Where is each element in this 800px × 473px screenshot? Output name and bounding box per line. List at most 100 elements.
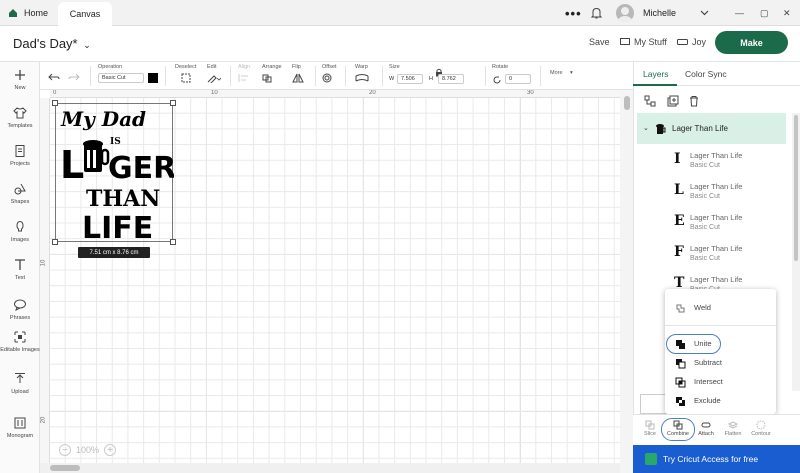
svg-text:GER: GER — [108, 151, 174, 186]
slice-label: Slice — [644, 431, 656, 437]
tab-canvas[interactable]: Canvas — [58, 2, 112, 26]
sidebar-item-text[interactable]: Text — [0, 258, 40, 281]
sidebar-item-templates[interactable]: Templates — [0, 106, 40, 129]
resize-handle[interactable] — [170, 239, 176, 245]
horizontal-scrollbar[interactable] — [40, 463, 620, 473]
editable-images-icon — [14, 331, 26, 343]
width-input[interactable]: 7.506 — [397, 74, 423, 84]
resize-handle[interactable] — [52, 100, 58, 106]
operation-select[interactable]: Basic Cut — [98, 73, 144, 83]
layer-thumbnail: I — [674, 151, 681, 167]
text-icon — [15, 259, 25, 270]
highlight-ring — [666, 334, 721, 354]
minimize-icon[interactable]: — — [735, 0, 744, 26]
panel-input[interactable] — [640, 394, 668, 414]
menu-item-exclude[interactable]: Exclude — [665, 392, 776, 411]
height-label: H — [429, 76, 433, 82]
sidebar-item-new[interactable]: New — [0, 68, 40, 91]
delete-icon[interactable] — [688, 94, 700, 107]
menu-item-label: Weld — [694, 303, 711, 312]
cricut-access-banner[interactable]: Try Cricut Access for free — [633, 445, 800, 473]
ruler-tick-label: 20 — [369, 90, 376, 96]
zoom-out-icon[interactable]: − — [59, 444, 71, 456]
sidebar-item-shapes[interactable]: Shapes — [0, 182, 40, 205]
monogram-icon — [14, 417, 26, 429]
contour-label: Contour — [751, 431, 771, 437]
resize-handle[interactable] — [52, 239, 58, 245]
plus-icon — [15, 70, 25, 80]
horizontal-scroll-thumb[interactable] — [50, 465, 80, 471]
offset-icon — [322, 73, 332, 83]
ruler-tick-label: 10 — [211, 90, 218, 96]
rotate-label: Rotate — [492, 64, 509, 70]
shirt-icon — [13, 107, 27, 119]
design-selection[interactable]: My Dad IS L GER THAN LIFE — [55, 103, 174, 243]
top-bar: Home Canvas ••• Michelle — ▢ ✕ — [0, 0, 800, 26]
zoom-in-icon[interactable]: + — [104, 444, 117, 456]
layer-thumbnail: E — [674, 213, 685, 229]
layer-operation: Basic Cut — [690, 224, 720, 231]
vertical-scroll-thumb[interactable] — [624, 96, 630, 110]
resize-handle[interactable] — [170, 100, 176, 106]
duplicate-icon[interactable] — [667, 94, 679, 107]
rotate-input[interactable]: 0 — [505, 74, 531, 84]
ruler-tick-label: 0 — [53, 90, 57, 96]
more-options-icon[interactable]: ••• — [565, 0, 582, 26]
avatar[interactable] — [616, 4, 634, 22]
chevron-down-icon[interactable] — [700, 0, 709, 26]
sidebar-item-phrases[interactable]: Phrases — [0, 298, 40, 321]
sidebar-item-projects[interactable]: Projects — [0, 144, 40, 167]
height-input[interactable]: 8.762 — [438, 74, 464, 84]
chevron-down-icon[interactable]: ⌄ — [643, 124, 649, 132]
machine-label: Joy — [692, 37, 707, 47]
layer-name: Lager Than Life — [690, 213, 743, 222]
divider — [485, 66, 486, 86]
project-title[interactable]: Dad's Day* ⌄ — [13, 36, 91, 51]
divider — [90, 66, 91, 86]
highlight-ring — [661, 418, 695, 441]
svg-text:My Dad: My Dad — [60, 107, 146, 131]
sidebar-item-editable-images[interactable]: Editable Images — [0, 330, 40, 353]
sidebar-item-upload[interactable]: Upload — [0, 372, 40, 395]
left-sidebar: New Templates Projects Shapes Images Text Phra… — [0, 62, 40, 473]
sidebar-item-label: Projects — [10, 161, 30, 167]
panel-scroll-thumb[interactable] — [794, 115, 798, 261]
bell-icon[interactable] — [591, 0, 602, 26]
tab-home-label: Home — [24, 8, 49, 18]
make-button[interactable]: Make — [715, 31, 788, 54]
size-label: Size — [389, 64, 400, 70]
tab-layers[interactable]: Layers — [643, 69, 669, 79]
tab-home[interactable]: Home — [8, 0, 48, 26]
menu-item-label: Exclude — [694, 396, 721, 405]
machine-button[interactable]: Joy — [677, 37, 706, 47]
tab-color-sync[interactable]: Color Sync — [685, 69, 727, 79]
flip-icon — [292, 73, 304, 83]
layer-group-title: Lager Than Life — [672, 124, 728, 133]
sidebar-item-monogram[interactable]: Monogram — [0, 416, 40, 439]
ruler-tick-label: 20 — [40, 416, 47, 424]
dimension-label: 7.51 cm x 8.76 cm — [78, 247, 150, 258]
arrange-icon — [262, 74, 272, 83]
color-swatch[interactable] — [148, 73, 158, 83]
menu-item-subtract[interactable]: Subtract — [665, 354, 776, 373]
attach-label: Attach — [698, 431, 714, 437]
align-label: Align — [238, 64, 251, 70]
deselect-icon — [181, 73, 191, 83]
speech-icon — [14, 299, 26, 311]
close-icon[interactable]: ✕ — [783, 0, 791, 26]
my-stuff-button[interactable]: My Stuff — [620, 37, 667, 47]
monitor-icon — [620, 38, 630, 45]
restore-icon[interactable]: ▢ — [760, 0, 769, 26]
shapes-icon — [14, 183, 26, 195]
ruler-tick-label: 30 — [527, 90, 534, 96]
vertical-scrollbar[interactable] — [620, 90, 633, 473]
attach-button[interactable]: Attach — [691, 420, 721, 437]
group-thumbnail-icon — [655, 122, 667, 134]
sidebar-item-images[interactable]: Images — [0, 220, 40, 243]
group-icon[interactable] — [644, 94, 656, 107]
user-name[interactable]: Michelle — [643, 0, 676, 26]
save-button[interactable]: Save — [589, 37, 610, 47]
divider — [230, 66, 231, 86]
menu-item-weld[interactable]: Weld — [665, 299, 776, 318]
menu-item-intersect[interactable]: Intersect — [665, 373, 776, 392]
